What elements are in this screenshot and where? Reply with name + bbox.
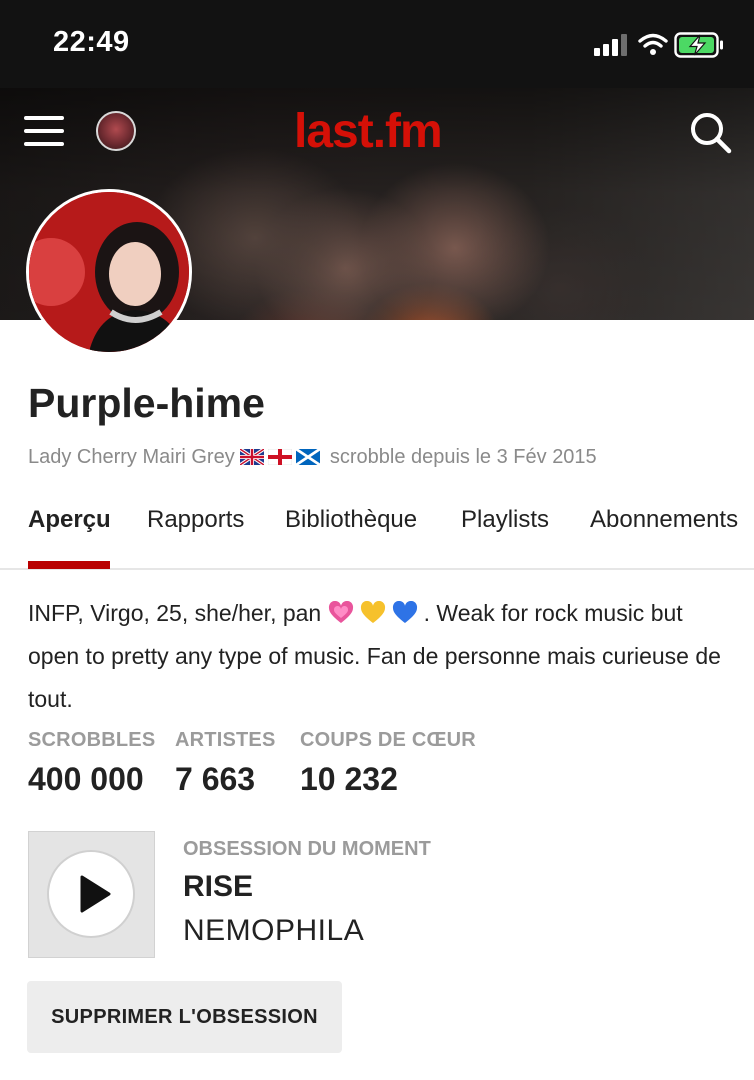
profile-bio: INFP, Virgo, 25, she/her, pan . Weak for… [28,592,738,721]
obsession-track[interactable]: RISE [183,868,253,906]
blue-heart-icon [392,601,417,623]
battery-charging-icon [674,32,723,58]
stat-scrobbles-label: SCROBBLES [28,729,156,751]
stat-coups-de-coeur-label: COUPS DE CŒUR [300,729,476,751]
menu-button[interactable] [22,114,66,148]
user-avatar-small[interactable] [96,111,136,151]
remove-obsession-button[interactable]: SUPPRIMER L'OBSESSION [27,981,342,1053]
tab-playlists[interactable]: Playlists [461,504,549,536]
tab-bibliotheque[interactable]: Bibliothèque [285,504,417,536]
profile-tabs: Aperçu Rapports Bibliothèque Playlists A… [0,500,754,570]
profile-subline: Lady Cherry Mairi Grey scrobble depuis l… [28,443,597,471]
bio-text-start: INFP, Virgo, 25, she/her, pan [28,600,328,626]
status-time: 22:49 [53,26,130,58]
profile-since: scrobble depuis le 3 Fév 2015 [329,446,597,468]
play-button[interactable] [47,850,135,938]
profile-avatar [26,189,192,355]
search-icon[interactable] [688,110,732,154]
stat-scrobbles-value[interactable]: 400 000 [28,760,144,798]
tab-rapports[interactable]: Rapports [147,504,244,536]
signal-icon [594,34,627,56]
tab-abonnements[interactable]: Abonnements [590,504,738,536]
obsession-artist[interactable]: NEMOPHILA [183,912,364,950]
active-tab-indicator [28,561,110,569]
profile-username: Purple-hime [28,380,265,426]
yellow-heart-icon [360,601,385,623]
england-flag-icon [268,449,293,465]
stat-artistes-value[interactable]: 7 663 [175,760,255,798]
profile-real-name: Lady Cherry Mairi Grey [28,446,235,468]
uk-flag-icon [240,449,265,465]
obsession-cover [28,831,155,958]
stat-artistes-label: ARTISTES [175,729,276,751]
scotland-flag-icon [296,449,321,465]
avatar-portrait [29,192,189,352]
status-bar: 22:49 [0,0,754,88]
stat-coups-de-coeur-value[interactable]: 10 232 [300,760,398,798]
pink-heart-icon [328,601,353,623]
tab-apercu[interactable]: Aperçu [28,504,111,536]
wifi-icon [638,33,668,55]
obsession-label: OBSESSION DU MOMENT [183,838,431,860]
play-icon [80,875,111,913]
lastfm-logo[interactable]: last.fm [294,104,443,160]
